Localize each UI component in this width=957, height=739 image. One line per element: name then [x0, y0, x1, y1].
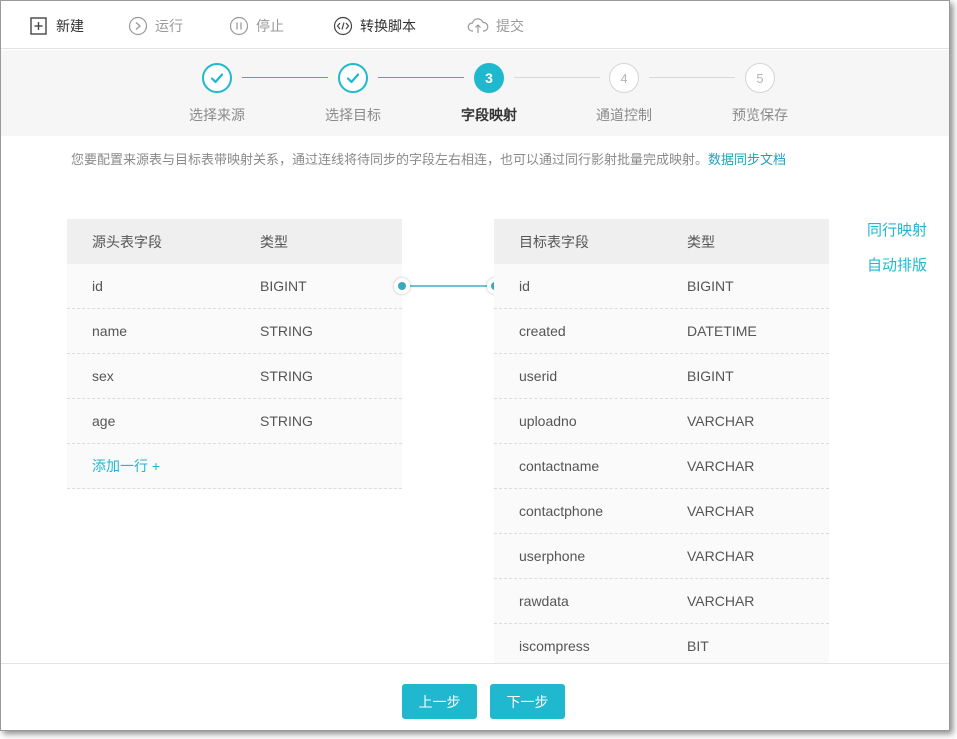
submit-label: 提交	[496, 18, 524, 34]
field-name: uploadno	[519, 413, 577, 429]
table-row[interactable]: contactphone VARCHAR	[494, 489, 829, 534]
field-type: STRING	[260, 323, 313, 339]
field-name: contactname	[519, 458, 600, 474]
field-type: BIT	[687, 638, 709, 654]
table-row[interactable]: uploadno VARCHAR	[494, 399, 829, 444]
source-table: 源头表字段 类型 id BIGINT name STRING sex STRIN…	[67, 219, 402, 489]
add-row-container: 添加一行 +	[67, 444, 402, 489]
step-4-label: 通道控制	[596, 107, 652, 123]
target-type-header: 类型	[687, 233, 715, 250]
step-1-check-icon	[202, 63, 232, 93]
field-type: DATETIME	[687, 323, 757, 339]
stop-button[interactable]: 停止	[229, 14, 284, 38]
field-name: id	[519, 278, 530, 294]
add-row-link[interactable]: 添加一行 +	[67, 456, 160, 476]
table-row[interactable]: rawdata VARCHAR	[494, 579, 829, 624]
code-icon	[333, 16, 353, 36]
target-table: 目标表字段 类型 id BIGINT created DATETIME user…	[494, 219, 829, 669]
dialog-window: 新建 运行 停止 转换脚本 提交 3 4 5 选择来源 选择目标 字段映射 通道…	[0, 0, 950, 731]
submit-button[interactable]: 提交	[467, 14, 524, 38]
source-field-header: 源头表字段	[92, 233, 162, 250]
field-name: iscompress	[519, 638, 590, 654]
field-type: BIGINT	[687, 368, 734, 384]
field-name: created	[519, 323, 566, 339]
source-type-header: 类型	[260, 233, 288, 250]
mapping-description: 您要配置来源表与目标表带映射关系，通过连线将待同步的字段左右相连，也可以通过同行…	[71, 149, 786, 168]
step-5-number: 5	[745, 63, 775, 93]
step-2-label: 选择目标	[325, 107, 381, 123]
field-type: STRING	[260, 368, 313, 384]
target-table-header: 目标表字段 类型	[494, 219, 829, 264]
field-name: sex	[92, 368, 114, 384]
step-connector	[649, 77, 735, 78]
step-connector	[378, 77, 464, 78]
field-name: id	[92, 278, 103, 294]
field-type: VARCHAR	[687, 548, 755, 564]
source-connector-handle[interactable]	[394, 278, 410, 294]
field-name: age	[92, 413, 116, 429]
table-row[interactable]: sex STRING	[67, 354, 402, 399]
stop-label: 停止	[256, 18, 284, 34]
description-text: 您要配置来源表与目标表带映射关系，通过连线将待同步的字段左右相连，也可以通过同行…	[71, 152, 709, 167]
step-connector	[514, 77, 600, 78]
next-step-button[interactable]: 下一步	[490, 684, 565, 719]
run-label: 运行	[155, 18, 183, 34]
step-5-label: 预览保存	[732, 107, 788, 123]
table-row[interactable]: created DATETIME	[494, 309, 829, 354]
prev-step-button[interactable]: 上一步	[402, 684, 477, 719]
table-row[interactable]: name STRING	[67, 309, 402, 354]
field-type: VARCHAR	[687, 413, 755, 429]
step-3-label: 字段映射	[461, 107, 517, 123]
convert-script-button[interactable]: 转换脚本	[333, 14, 416, 38]
field-type: STRING	[260, 413, 313, 429]
field-type: BIGINT	[260, 278, 307, 294]
field-type: VARCHAR	[687, 503, 755, 519]
wizard-steps: 3 4 5 选择来源 选择目标 字段映射 通道控制 预览保存	[1, 50, 949, 136]
field-name: name	[92, 323, 128, 339]
table-row[interactable]: id BIGINT	[494, 264, 829, 309]
field-name: userid	[519, 368, 558, 384]
table-row[interactable]: userid BIGINT	[494, 354, 829, 399]
new-file-icon	[29, 16, 49, 36]
step-4-number: 4	[609, 63, 639, 93]
table-row[interactable]: contactname VARCHAR	[494, 444, 829, 489]
table-row[interactable]: userphone VARCHAR	[494, 534, 829, 579]
run-icon	[128, 16, 148, 36]
field-type: VARCHAR	[687, 593, 755, 609]
footer: 上一步 下一步	[1, 663, 949, 730]
field-name: contactphone	[519, 503, 604, 519]
cloud-upload-icon	[467, 16, 489, 36]
docs-link[interactable]: 数据同步文档	[708, 152, 786, 167]
pause-icon	[229, 16, 249, 36]
field-type: VARCHAR	[687, 458, 755, 474]
step-3-number: 3	[474, 63, 504, 93]
convert-script-label: 转换脚本	[360, 18, 416, 34]
step-1-label: 选择来源	[189, 107, 245, 123]
field-type: BIGINT	[687, 278, 734, 294]
step-2-check-icon	[338, 63, 368, 93]
step-connector	[242, 77, 328, 78]
auto-layout-link[interactable]: 自动排版	[867, 254, 927, 275]
source-table-header: 源头表字段 类型	[67, 219, 402, 264]
new-label: 新建	[56, 18, 84, 34]
target-field-header: 目标表字段	[519, 233, 589, 250]
same-row-mapping-link[interactable]: 同行映射	[867, 219, 927, 240]
table-row[interactable]: age STRING	[67, 399, 402, 444]
run-button[interactable]: 运行	[128, 14, 183, 38]
toolbar: 新建 运行 停止 转换脚本 提交	[1, 1, 949, 49]
table-row[interactable]: id BIGINT	[67, 264, 402, 309]
new-button[interactable]: 新建	[29, 14, 84, 38]
field-name: rawdata	[519, 593, 569, 609]
field-name: userphone	[519, 548, 586, 564]
